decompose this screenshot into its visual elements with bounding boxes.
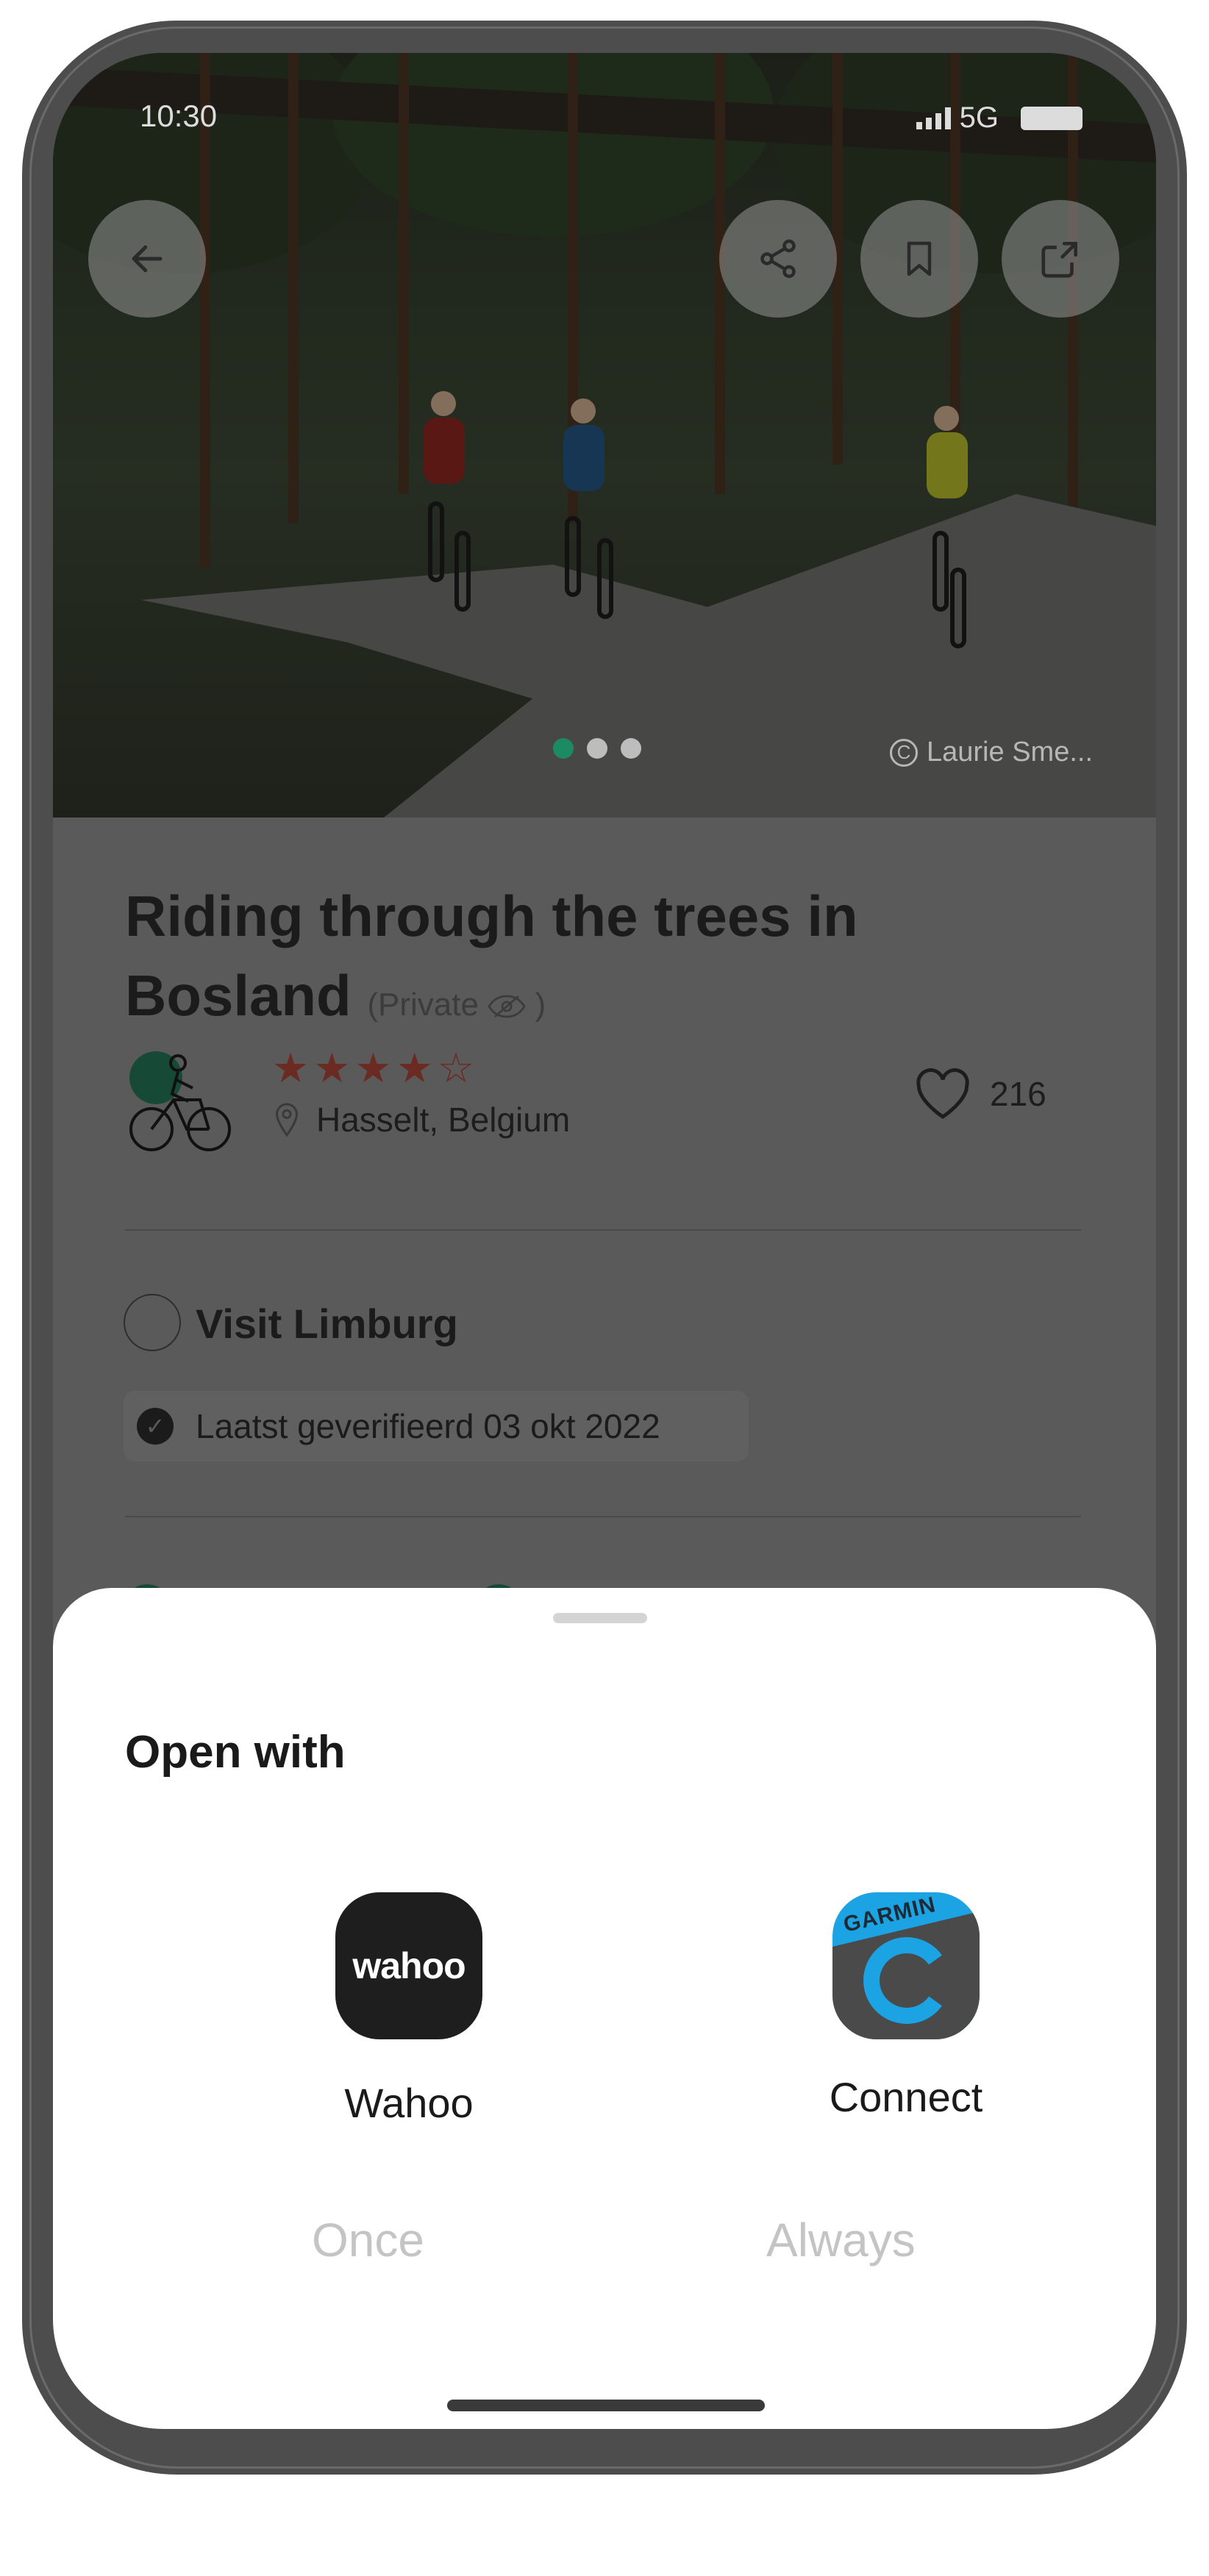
sheet-title: Open with — [125, 1727, 346, 1778]
wahoo-app-icon[interactable]: wahoo — [335, 1892, 482, 2039]
rating-stars: ★★★★☆ — [272, 1045, 479, 1091]
bookmark-icon — [907, 241, 932, 276]
back-button[interactable] — [88, 200, 206, 318]
external-share-icon — [1041, 242, 1077, 278]
always-button[interactable]: Always — [766, 2213, 916, 2267]
app-label-wahoo: Wahoo — [344, 2080, 474, 2126]
carousel-dots[interactable] — [553, 738, 641, 759]
once-button[interactable]: Once — [312, 2213, 424, 2267]
garmin-connect-app-icon[interactable]: GARMIN — [832, 1892, 980, 2039]
hero-dim-overlay — [53, 53, 1156, 817]
copyright-icon: C — [890, 738, 918, 767]
check-circle-icon: ✓ — [137, 1408, 174, 1445]
organization-logo — [124, 1294, 181, 1351]
home-indicator[interactable] — [447, 2400, 765, 2411]
cycling-activity-icon — [129, 1051, 231, 1151]
organization-name[interactable]: Visit Limburg — [196, 1300, 458, 1348]
share-button[interactable] — [719, 200, 837, 318]
app-label-connect: Connect — [829, 2074, 983, 2120]
phone-screen: 10:30 5G C Laurie Sme... Riding through … — [53, 53, 1156, 2429]
app-option-wahoo[interactable]: wahoo Wahoo — [262, 1892, 556, 2127]
verified-badge: ✓ Laatst geverifieerd 03 okt 2022 — [124, 1391, 749, 1461]
battery-icon — [1021, 106, 1083, 130]
carousel-dot-active[interactable] — [553, 738, 574, 759]
divider — [125, 1229, 1081, 1231]
status-time: 10:30 — [140, 99, 218, 133]
wahoo-logo-text: wahoo — [352, 1945, 466, 1986]
eye-slash-icon — [488, 995, 526, 1018]
visibility-badge: (Private ) — [367, 987, 546, 1023]
photo-credit: C Laurie Sme... — [890, 737, 1093, 768]
status-indicators: 5G — [916, 101, 1083, 135]
arrow-left-icon — [132, 245, 163, 273]
bookmark-button[interactable] — [860, 200, 978, 318]
photo-credit-text: Laurie Sme... — [927, 737, 1093, 768]
sheet-drag-handle[interactable] — [553, 1613, 647, 1623]
heart-icon — [916, 1068, 969, 1120]
carousel-dot[interactable] — [587, 738, 607, 759]
network-label: 5G — [959, 101, 999, 134]
open-with-sheet: Open with wahoo Wahoo GARMIN Connect Onc… — [53, 1588, 1156, 2429]
visibility-close: ) — [535, 987, 546, 1023]
visibility-label: (Private — [367, 987, 479, 1023]
carousel-dot[interactable] — [621, 738, 641, 759]
verified-text: Laatst geverifieerd 03 okt 2022 — [196, 1407, 660, 1445]
likes-count: 216 — [990, 1075, 1046, 1113]
hero-photo[interactable]: 10:30 5G C Laurie Sme... — [53, 53, 1156, 817]
divider — [125, 1516, 1081, 1517]
location-text: Hasselt, Belgium — [316, 1101, 571, 1139]
open-external-button[interactable] — [1002, 200, 1119, 318]
route-title: Riding through the trees in Bosland (Pri… — [125, 876, 1081, 1045]
signal-icon — [916, 107, 951, 129]
app-option-garmin-connect[interactable]: GARMIN Connect — [759, 1892, 1053, 2121]
location: Hasselt, Belgium — [274, 1100, 570, 1139]
map-pin-icon — [275, 1103, 299, 1137]
share-nodes-icon — [760, 239, 796, 279]
like-button[interactable]: 216 — [913, 1067, 1046, 1120]
